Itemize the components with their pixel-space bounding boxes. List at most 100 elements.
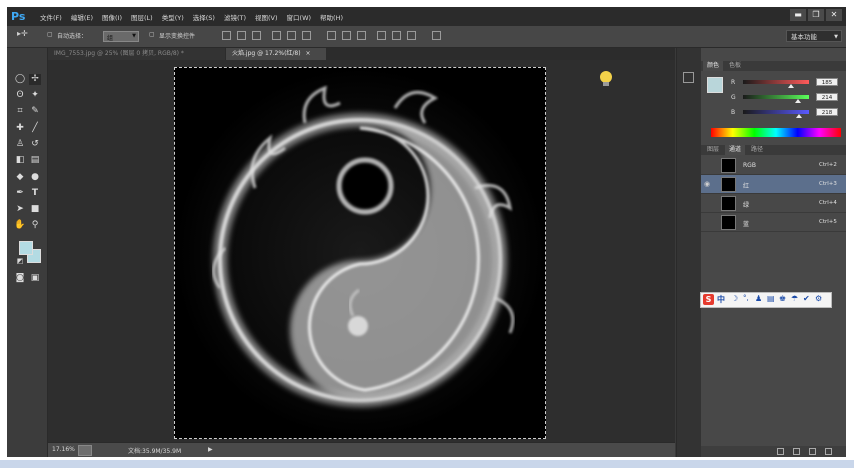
zoom-icon[interactable]: ⚲ [29,220,41,231]
menu-layer[interactable]: 图层(L) [131,12,153,22]
eyedropper-icon[interactable]: ✎ [29,106,41,117]
magic-wand-icon[interactable]: ✦ [29,90,41,101]
new-channel-icon[interactable] [809,448,816,455]
slider-g-value[interactable]: 214 [816,93,838,101]
slider-r-value[interactable]: 185 [816,78,838,86]
tab-close-icon[interactable]: × [306,50,311,57]
move-icon[interactable]: ✢ [29,74,41,85]
auto-select-checkbox[interactable]: ▢ [47,31,53,38]
zoom-level[interactable]: 17.16% [52,446,75,453]
auto-align-icon[interactable] [432,31,441,40]
doc-tab-flame[interactable]: 火焰.jpg @ 17.2%(红/8) × [226,48,326,60]
distribute-hcenter-icon[interactable] [392,31,401,40]
visibility-eye-icon[interactable] [704,218,713,226]
workspace-dropdown[interactable]: 基本功能 ▼ [786,30,842,42]
type-icon[interactable]: T [29,188,41,199]
slider-b-value[interactable]: 218 [816,108,838,116]
channel-row-red[interactable]: ◉ 红 Ctrl+3 [701,175,846,194]
auto-select-dropdown[interactable]: 组 ▼ [103,31,139,42]
eraser-icon[interactable]: ◧ [14,155,26,166]
status-toggle-icon[interactable] [78,445,92,456]
lasso-icon[interactable]: ʘ [14,90,26,101]
crop-icon[interactable]: ⌗ [14,106,26,117]
trash-icon[interactable] [825,448,832,455]
distribute-bottom-icon[interactable] [357,31,366,40]
history-panel-icon[interactable] [683,72,694,83]
tab-color[interactable]: 颜色 [703,61,724,71]
ime-check-icon[interactable]: ✔ [803,294,810,303]
tab-paths[interactable]: 路径 [747,145,767,155]
ime-skin-icon[interactable]: ♚ [779,294,786,303]
menu-window[interactable]: 窗口(W) [287,12,312,22]
align-hcenter-icon[interactable] [287,31,296,40]
quick-mask-icon[interactable]: ◙ [14,273,26,284]
stamp-icon[interactable]: ♙ [14,139,26,150]
menu-image[interactable]: 图像(I) [102,12,122,22]
screen-mode-icon[interactable]: ▣ [29,273,41,284]
doc-tab-img7553[interactable]: IMG_7553.jpg @ 25% (图层 0 拷贝, RGB/8) * [48,48,225,60]
align-right-icon[interactable] [302,31,311,40]
ime-mode-toggle[interactable]: 中 [717,294,725,305]
menu-type[interactable]: 类型(Y) [162,12,184,22]
marquee-icon[interactable]: ◯ [14,74,26,85]
visibility-eye-icon[interactable] [704,199,713,207]
tab-swatches[interactable]: 色板 [725,61,745,71]
align-vcenter-icon[interactable] [237,31,246,40]
pen-icon[interactable]: ✒ [14,188,26,199]
distribute-vcenter-icon[interactable] [342,31,351,40]
menu-select[interactable]: 选择(S) [193,12,215,22]
move-tool-preset-icon[interactable]: ▸✛ [17,29,28,38]
slider-r[interactable] [743,80,809,88]
slider-thumb[interactable] [787,84,794,88]
align-bottom-icon[interactable] [252,31,261,40]
ime-logo-icon[interactable]: S [703,294,714,305]
menu-help[interactable]: 帮助(H) [320,12,343,22]
ime-keyboard-icon[interactable]: ▤ [767,294,775,303]
distribute-left-icon[interactable] [377,31,386,40]
visibility-eye-icon[interactable]: ◉ [704,180,713,188]
slider-g[interactable] [743,95,809,103]
menu-view[interactable]: 视图(V) [255,12,278,22]
minimize-button[interactable]: ▬ [790,9,806,21]
status-menu-icon[interactable]: ▶ [208,446,213,453]
color-swatch[interactable] [707,77,723,93]
tab-layers[interactable]: 图层 [703,145,723,155]
slider-thumb[interactable] [796,114,803,118]
ime-settings-icon[interactable]: ⚙ [815,294,822,303]
load-selection-icon[interactable] [777,448,784,455]
document-canvas[interactable] [174,67,546,439]
show-transform-checkbox[interactable]: ▢ [149,31,155,38]
blur-icon[interactable]: ◆ [14,172,26,183]
history-brush-icon[interactable]: ↺ [29,139,41,150]
slider-thumb[interactable] [795,99,802,103]
ime-umbrella-icon[interactable]: ☂ [791,294,798,303]
healing-icon[interactable]: ✚ [14,123,26,134]
default-colors-icon[interactable]: ◩ [14,256,26,267]
visibility-eye-icon[interactable] [704,161,713,169]
gradient-icon[interactable]: ▤ [29,155,41,166]
distribute-top-icon[interactable] [327,31,336,40]
align-left-icon[interactable] [272,31,281,40]
menu-filter[interactable]: 滤镜(T) [224,12,246,22]
channel-row-blue[interactable]: 蓝 Ctrl+5 [701,213,846,232]
save-selection-icon[interactable] [793,448,800,455]
channel-row-green[interactable]: 绿 Ctrl+4 [701,194,846,213]
dodge-icon[interactable]: ● [29,172,41,183]
align-top-icon[interactable] [222,31,231,40]
shape-icon[interactable]: ■ [29,204,41,215]
tab-channels[interactable]: 通道 [725,145,746,155]
slider-b[interactable] [743,110,809,118]
close-button[interactable]: ✕ [826,9,842,21]
foreground-color-swatch[interactable] [19,241,33,255]
menu-edit[interactable]: 编辑(E) [71,12,93,22]
distribute-right-icon[interactable] [407,31,416,40]
menu-file[interactable]: 文件(F) [40,12,62,22]
hand-icon[interactable]: ✋ [14,220,26,231]
brush-icon[interactable]: ╱ [29,123,41,134]
restore-button[interactable]: ❐ [808,9,824,21]
ime-voice-icon[interactable]: ♟ [755,294,762,303]
color-spectrum-bar[interactable] [711,128,841,137]
ime-punct-icon[interactable]: °, [743,294,749,302]
channel-row-rgb[interactable]: RGB Ctrl+2 [701,156,846,175]
path-select-icon[interactable]: ➤ [14,204,26,215]
